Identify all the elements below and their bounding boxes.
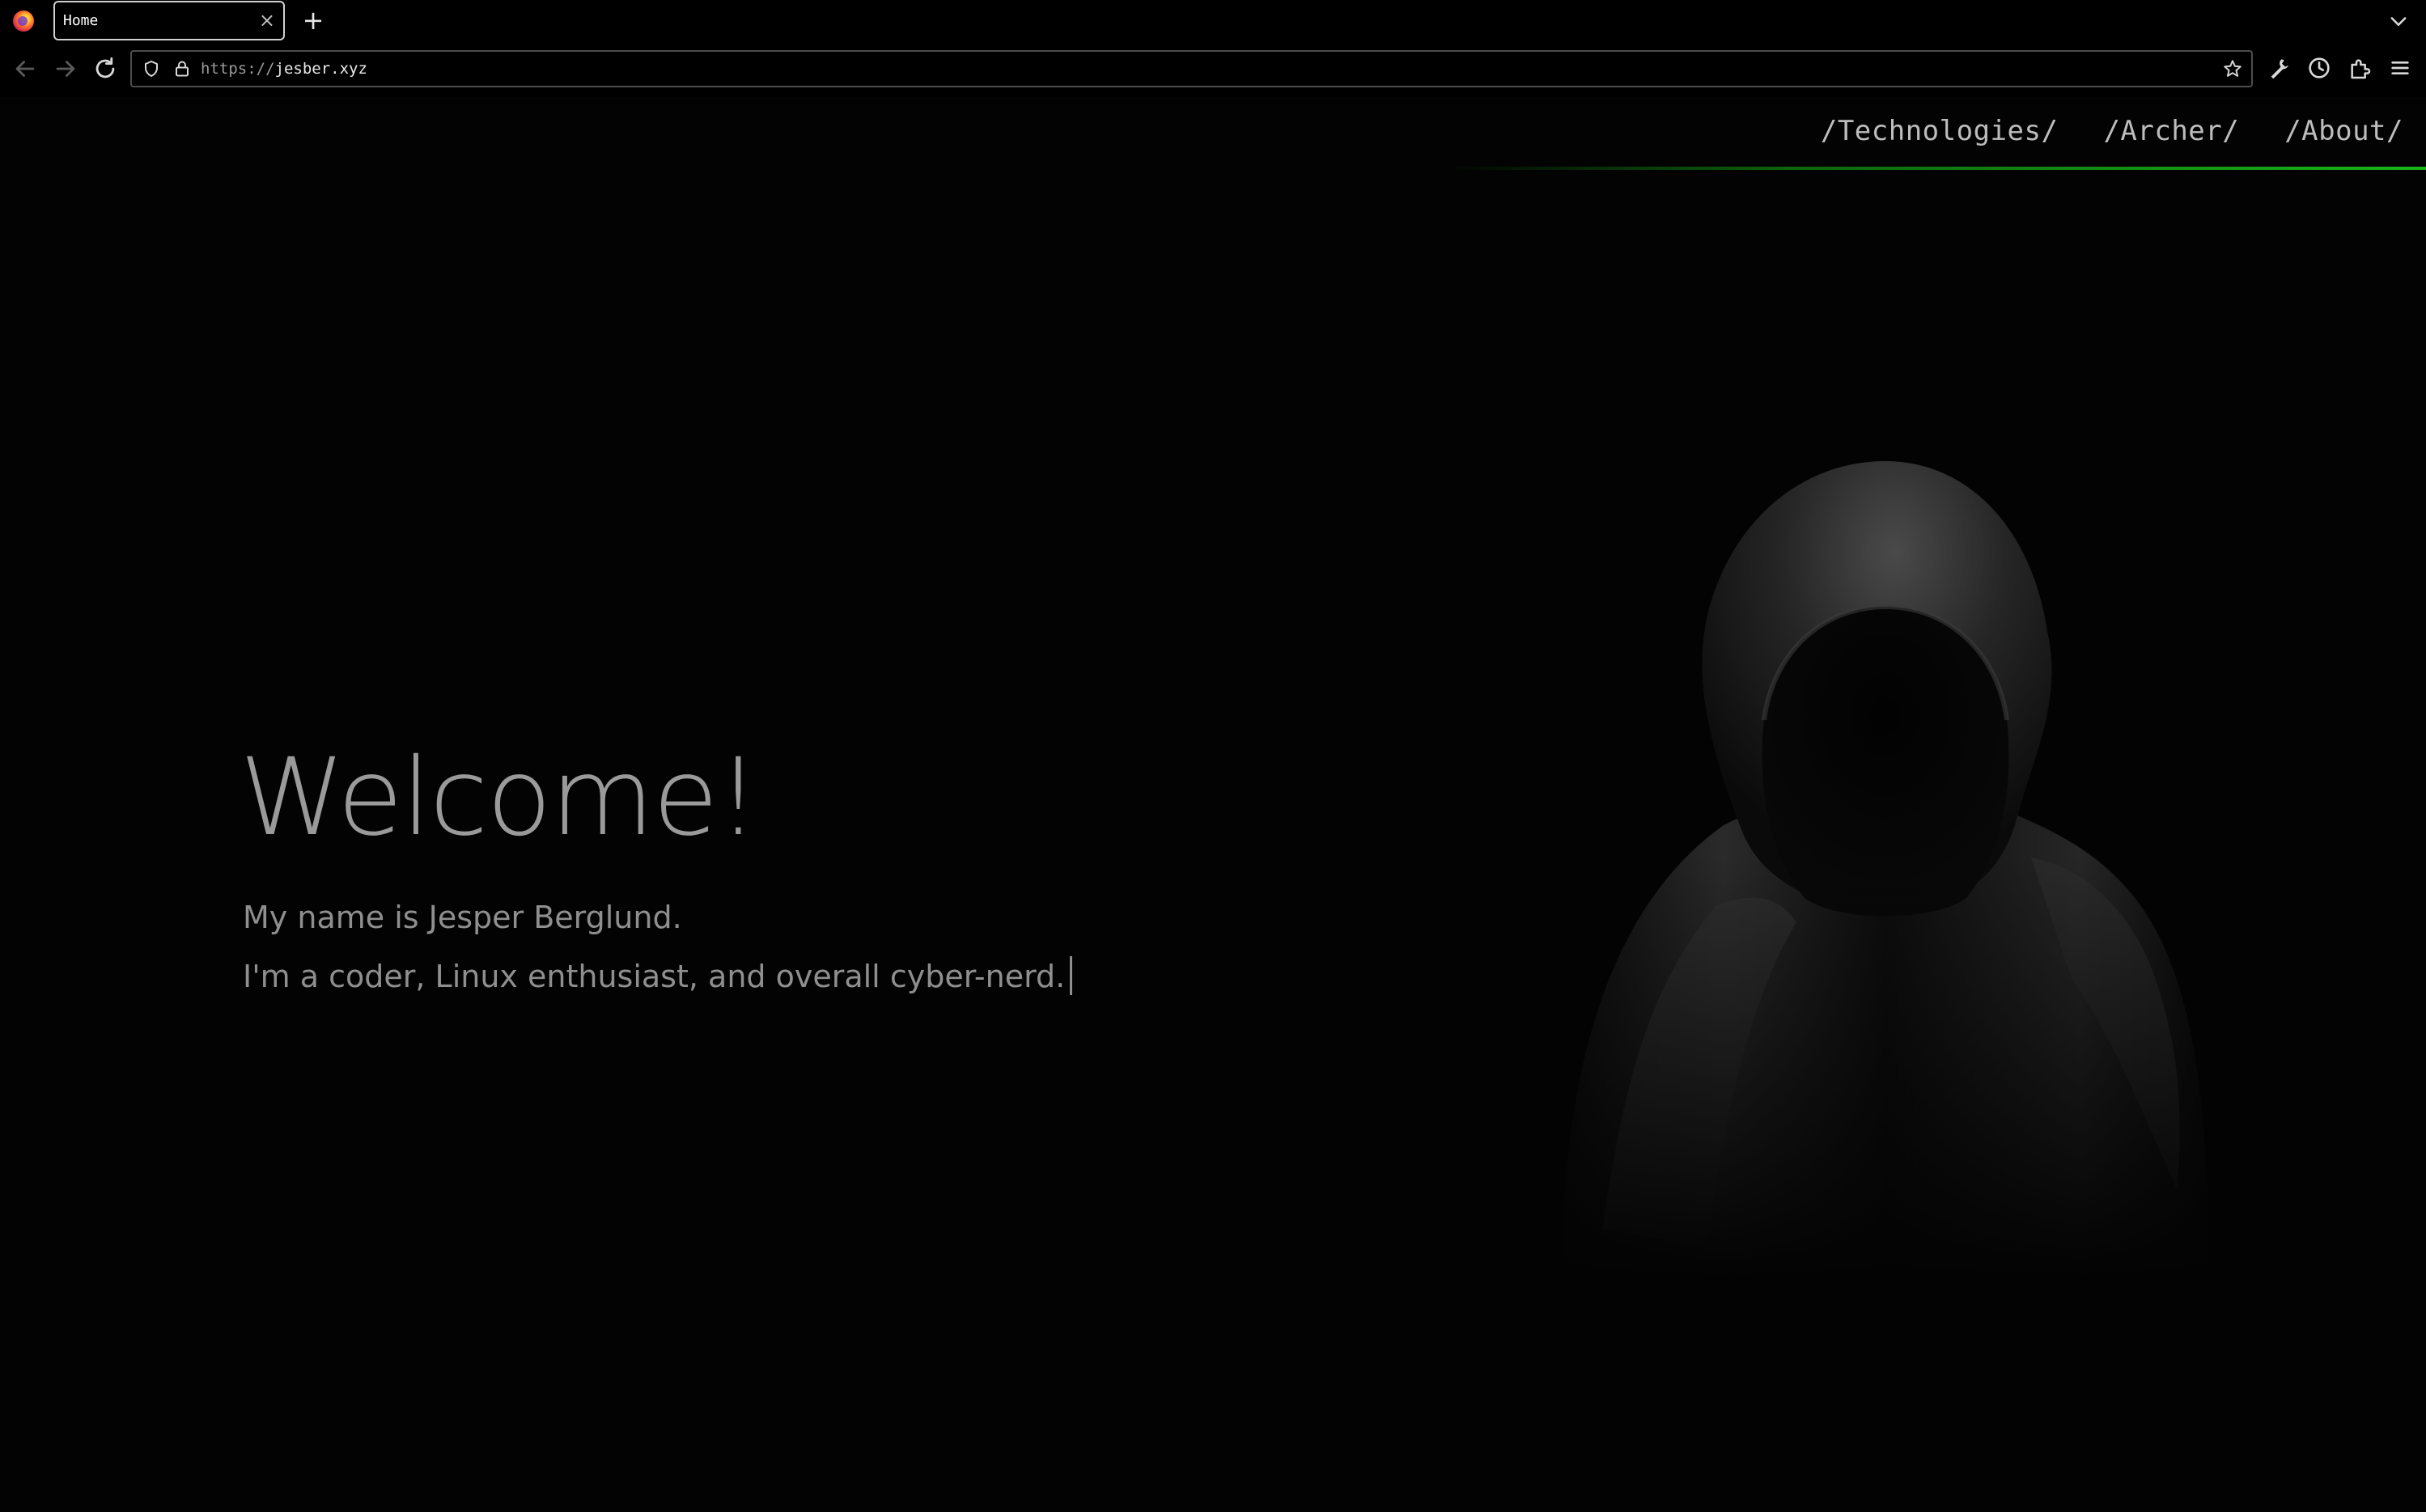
nav-underline	[1448, 167, 2426, 170]
nav-link-about[interactable]: /About/	[2284, 115, 2403, 147]
new-tab-button[interactable]: +	[301, 5, 325, 36]
hooded-figure-image	[1513, 340, 2242, 1278]
url-host: jesber.xyz	[274, 60, 367, 78]
site-nav: /Technologies/ /Archer/ /About/	[1821, 115, 2403, 147]
wrench-icon[interactable]	[2266, 55, 2292, 81]
firefox-logo-icon[interactable]	[13, 11, 34, 32]
typing-caret	[1070, 956, 1073, 995]
page-content: /Technologies/ /Archer/ /About/ Welcome!…	[0, 97, 2426, 1512]
tab-title: Home	[63, 12, 99, 29]
lock-icon[interactable]	[172, 59, 192, 78]
welcome-heading: Welcome!	[240, 735, 760, 860]
history-clock-icon[interactable]	[2306, 55, 2332, 81]
nav-link-technologies[interactable]: /Technologies/	[1821, 115, 2059, 147]
browser-tabbar: Home × +	[0, 0, 2426, 42]
tab-home[interactable]: Home ×	[53, 1, 285, 40]
extensions-puzzle-icon[interactable]	[2347, 55, 2373, 81]
bookmark-star-icon[interactable]	[2222, 58, 2243, 79]
intro-line-name: My name is Jesper Berglund.	[243, 900, 682, 935]
chevron-down-icon[interactable]	[2387, 10, 2410, 32]
url-text[interactable]: https://jesber.xyz	[201, 60, 367, 78]
back-arrow-icon[interactable]	[11, 55, 39, 83]
tab-close-icon[interactable]: ×	[259, 8, 275, 32]
url-bar[interactable]: https://jesber.xyz	[130, 50, 2253, 87]
url-protocol: https://	[201, 60, 275, 78]
nav-link-archer[interactable]: /Archer/	[2103, 115, 2239, 147]
browser-navbar: https://jesber.xyz	[0, 42, 2426, 97]
reload-icon[interactable]	[91, 55, 119, 83]
forward-arrow-icon[interactable]	[52, 55, 79, 83]
intro-line-description: I'm a coder, Linux enthusiast, and overa…	[243, 956, 1073, 995]
shield-icon[interactable]	[142, 59, 161, 78]
intro-line-text: I'm a coder, Linux enthusiast, and overa…	[243, 959, 1066, 994]
hamburger-menu-icon[interactable]	[2387, 55, 2413, 81]
